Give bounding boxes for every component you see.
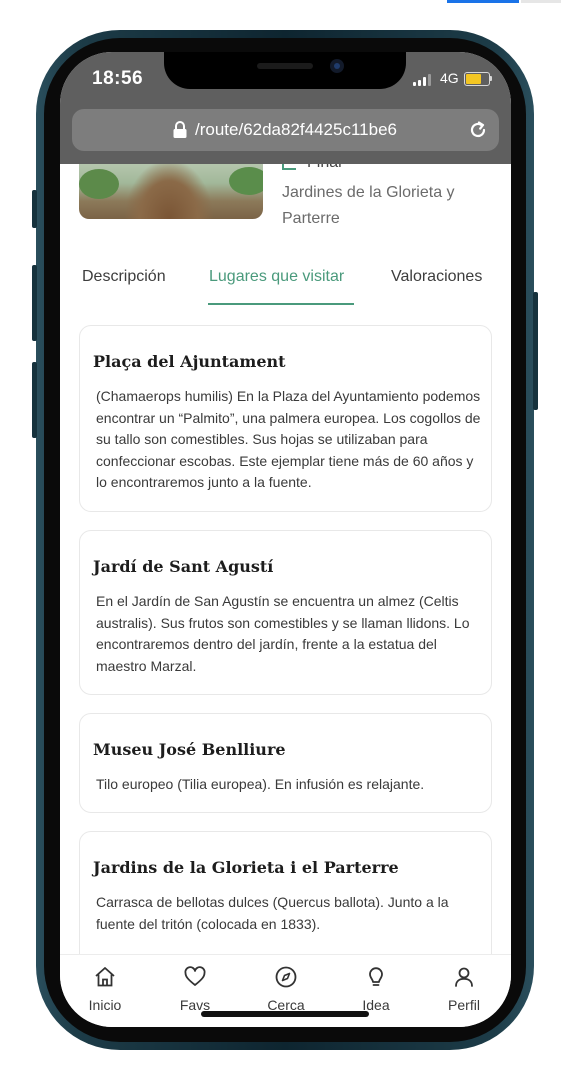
place-title: Museu José Benlliure [93,740,286,759]
lock-icon [173,121,187,138]
volume-up-button [32,265,37,341]
url-text[interactable]: /route/62da82f4425c11be6 [195,120,397,140]
nav-cerca[interactable]: Cerca [256,965,316,1013]
nav-inicio[interactable]: Inicio [75,965,135,1013]
battery-tip [490,76,492,81]
place-card[interactable]: Plaça del Ajuntament (Chamaerops humilis… [79,325,492,512]
compass-icon [275,966,297,988]
place-title: Jardí de Sant Agustí [93,557,274,576]
signal-icon [413,74,431,86]
top-strip-blue [447,0,519,3]
page-content: Final Jardines de la Glorieta y Parterre… [60,164,511,954]
heart-icon [184,966,206,986]
place-title: Jardins de la Glorieta i el Parterre [93,858,399,877]
top-strip-gray [521,0,561,3]
place-description: Carrasca de bellotas dulces (Quercus bal… [96,894,449,932]
route-location: Jardines de la Glorieta y Parterre [282,184,455,227]
place-description: En el Jardín de San Agustín se encuentra… [96,593,470,674]
finish-icon [282,164,296,170]
final-label: Final [307,164,342,172]
mute-switch [32,190,37,228]
place-card[interactable]: Museu José Benlliure Tilo europeo (Tilia… [79,713,492,813]
speaker [257,63,313,69]
place-description: (Chamaerops humilis) En la Plaza del Ayu… [96,388,481,490]
nav-label: Perfil [448,997,480,1013]
tab-lugares[interactable]: Lugares que visitar [209,268,344,286]
place-card[interactable]: Jardí de Sant Agustí En el Jardín de San… [79,530,492,695]
volume-down-button [32,362,37,438]
power-button [533,292,538,410]
tab-valoraciones[interactable]: Valoraciones [391,268,482,286]
route-image [79,164,263,219]
reload-icon[interactable] [468,120,488,140]
battery-icon [464,72,490,86]
browser-top-bar: 18:56 4G /route/62da82f4425c11be6 [60,52,511,164]
url-bar[interactable]: /route/62da82f4425c11be6 [72,109,499,151]
phone-screen: 18:56 4G /route/62da82f4425c11be6 Jardin… [60,52,511,1027]
home-indicator[interactable] [201,1011,369,1017]
tab-descripcion[interactable]: Descripción [82,268,166,286]
notch [164,52,406,89]
nav-idea[interactable]: Idea [346,965,406,1013]
tab-bar: Descripción Lugares que visitar Valoraci… [60,268,511,308]
status-time: 18:56 [92,68,144,89]
front-camera [330,59,344,73]
lightbulb-icon [369,967,383,986]
user-icon [455,967,473,987]
network-type: 4G [440,70,459,86]
place-title: Plaça del Ajuntament [93,352,286,371]
nav-favs[interactable]: Favs [165,965,225,1013]
place-description: Tilo europeo (Tilia europea). En infusió… [96,776,425,792]
home-icon [95,967,115,987]
nav-label: Inicio [88,997,122,1013]
place-card[interactable]: Jardins de la Glorieta i el Parterre Car… [79,831,492,954]
nav-perfil[interactable]: Perfil [434,965,494,1013]
active-tab-indicator [208,303,354,305]
